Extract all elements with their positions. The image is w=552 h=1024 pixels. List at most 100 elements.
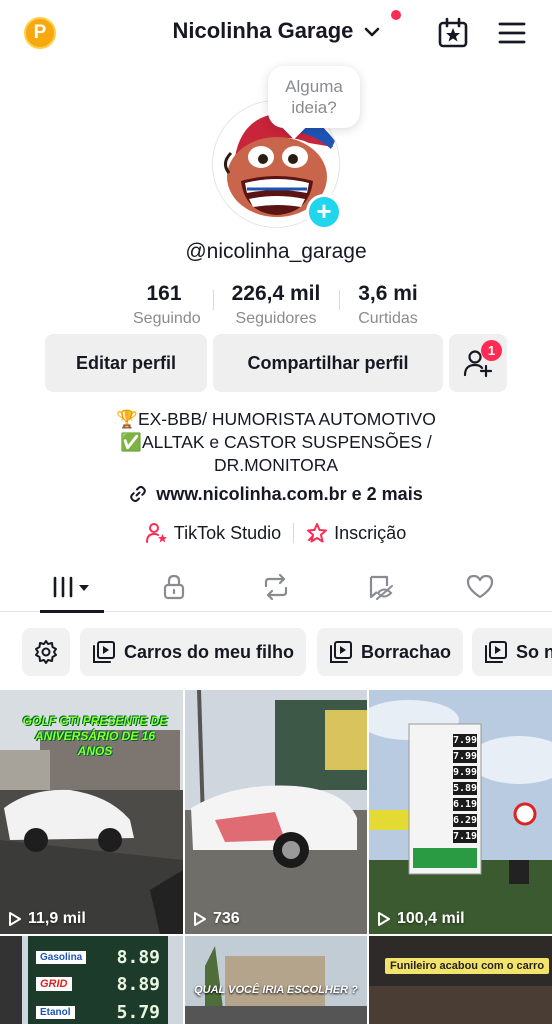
video-thumbnail[interactable]: Funileiro acabou com o carro: [369, 936, 552, 1024]
fuel-price: 5.79: [116, 1001, 160, 1023]
stat-label: Curtidas: [358, 310, 418, 327]
video-thumbnail[interactable]: Gasolina 8.89 GRID 8.89 Etanol 5.79: [0, 936, 183, 1024]
stat-value: 3,6 mi: [358, 282, 418, 305]
fuel-price-digit: 7.99: [453, 750, 478, 763]
tab-private[interactable]: [154, 572, 194, 602]
fuel-price-digit: 6.19: [453, 798, 478, 811]
chevron-down-icon: [364, 27, 379, 37]
playlist-icon: [485, 641, 507, 663]
account-switcher[interactable]: Nicolinha Garage: [0, 18, 552, 44]
stat-value: 161: [146, 282, 182, 305]
video-thumbnail[interactable]: 7.99 7.99 9.99 5.89 6.19 6.29 7.19 100,4 mil: [369, 690, 552, 934]
video-thumbnail[interactable]: GOLF GTI PRESENTE DE ANIVERSÁRIO DE 16 A…: [0, 690, 183, 934]
view-count: 100,4 mil: [377, 910, 465, 928]
bookmark-eye-icon: [369, 575, 393, 600]
playlist-icon: [330, 641, 352, 663]
tab-liked[interactable]: [460, 572, 500, 602]
video-image: [185, 936, 367, 1024]
playlist-item[interactable]: Borrachao: [317, 628, 464, 676]
fuel-price: 8.89: [116, 973, 160, 995]
tab-favorites[interactable]: [360, 572, 400, 602]
grid-bars-icon: [53, 576, 89, 598]
view-count: 736: [193, 910, 240, 928]
person-star-icon: [145, 523, 167, 543]
view-count-text: 736: [213, 910, 240, 927]
video-grid: GOLF GTI PRESENTE DE ANIVERSÁRIO DE 16 A…: [0, 690, 552, 1024]
stat-followers[interactable]: 226,4 mil Seguidores: [213, 282, 339, 328]
lock-icon: [163, 574, 185, 600]
playlist-item[interactable]: So n: [472, 628, 552, 676]
fuel-price-digit: 7.19: [453, 830, 478, 843]
video-thumbnail[interactable]: 736: [185, 690, 367, 934]
fuel-price-digit: 6.29: [453, 814, 478, 827]
fuel-price-digit: 9.99: [453, 766, 478, 779]
video-caption: GOLF GTI PRESENTE DE ANIVERSÁRIO DE 16 A…: [22, 714, 168, 758]
gear-icon: [35, 640, 57, 664]
playlist-label: So n: [516, 641, 552, 662]
stat-value: 226,4 mil: [231, 282, 321, 305]
view-count-text: 100,4 mil: [397, 910, 465, 927]
active-tab-indicator: [40, 610, 104, 613]
stats-row: 161 Seguindo 226,4 mil Seguidores 3,6 mi…: [0, 282, 552, 328]
play-icon: [378, 912, 390, 926]
username: @nicolinha_garage: [185, 240, 367, 263]
bio-line: ✅ALLTAK e CASTOR SUSPENSÕES /: [120, 432, 432, 452]
play-icon: [194, 912, 206, 926]
fuel-label: Gasolina: [36, 950, 87, 964]
subscription-label: Inscrição: [334, 522, 407, 543]
subscription-button[interactable]: Inscrição: [294, 522, 418, 544]
stat-likes[interactable]: 3,6 mi Curtidas: [339, 282, 437, 328]
share-profile-button[interactable]: Compartilhar perfil: [213, 334, 443, 392]
playlists-row: Carros do meu filho Borrachao So n: [0, 628, 552, 676]
bio-link[interactable]: www.nicolinha.com.br e 2 mais: [0, 484, 552, 505]
playlist-settings-button[interactable]: [22, 628, 70, 676]
notification-dot: [391, 10, 401, 20]
video-image: [369, 936, 552, 1024]
creator-tools-row: TikTok Studio Inscrição: [0, 522, 552, 544]
link-icon: [130, 485, 147, 503]
video-caption: Funileiro acabou com o carro: [385, 958, 550, 974]
profile-tabs: [0, 566, 552, 612]
tiktok-studio-label: TikTok Studio: [173, 522, 282, 543]
video-image: [185, 690, 367, 934]
add-story-plus-icon[interactable]: +: [306, 194, 342, 230]
playlist-label: Carros do meu filho: [124, 641, 295, 662]
view-count-text: 11,9 mil: [28, 910, 86, 927]
fuel-price-sign: 7.99 7.99 9.99 5.89 6.19 6.29 7.19: [453, 734, 477, 846]
playlist-item[interactable]: Carros do meu filho: [80, 628, 307, 676]
fuel-price-digit: 5.89: [453, 782, 478, 795]
edit-profile-button[interactable]: Editar perfil: [45, 334, 207, 392]
repost-icon: [264, 574, 288, 600]
calendar-star-icon[interactable]: [437, 17, 469, 49]
fuel-label: Etanol: [36, 1005, 75, 1019]
playlist-icon: [93, 641, 115, 663]
bio-line: DR.MONITORA: [213, 455, 339, 475]
heart-icon: [466, 574, 494, 599]
video-thumbnail[interactable]: QUAL VOCÊ IRIA ESCOLHER ?: [185, 936, 367, 1024]
pump-sign: Gasolina 8.89 GRID 8.89 Etanol 5.79: [36, 944, 160, 1024]
idea-bubble[interactable]: Alguma ideia?: [268, 66, 360, 128]
tab-reposts[interactable]: [256, 572, 296, 602]
bubble-text-2: ideia?: [291, 98, 337, 117]
bubble-text-1: Alguma: [285, 77, 343, 96]
stat-following[interactable]: 161 Seguindo: [115, 282, 213, 328]
fuel-price: 8.89: [116, 946, 160, 968]
fuel-price-digit: 7.99: [453, 734, 478, 747]
bio: 🏆EX-BBB/ HUMORISTA AUTOMOTIVO ✅ALLTAK e …: [0, 408, 552, 477]
account-name: Nicolinha Garage: [172, 18, 354, 43]
tiktok-studio-button[interactable]: TikTok Studio: [134, 522, 293, 544]
view-count: 11,9 mil: [8, 910, 86, 928]
star-sparkle-icon: [307, 523, 328, 543]
bio-line: 🏆EX-BBB/ HUMORISTA AUTOMOTIVO: [116, 409, 436, 429]
stat-label: Seguidores: [235, 310, 317, 327]
playlist-label: Borrachao: [361, 641, 452, 662]
tab-videos[interactable]: [50, 572, 96, 602]
play-icon: [9, 912, 21, 926]
video-caption: QUAL VOCÊ IRIA ESCOLHER ?: [194, 984, 358, 996]
fuel-label: GRID: [36, 977, 72, 991]
stat-label: Seguindo: [133, 310, 201, 327]
menu-icon[interactable]: [498, 20, 526, 46]
bio-link-text: www.nicolinha.com.br e 2 mais: [156, 484, 423, 504]
top-bar: P Nicolinha Garage: [0, 0, 552, 66]
add-friends-badge: 1: [481, 340, 502, 361]
